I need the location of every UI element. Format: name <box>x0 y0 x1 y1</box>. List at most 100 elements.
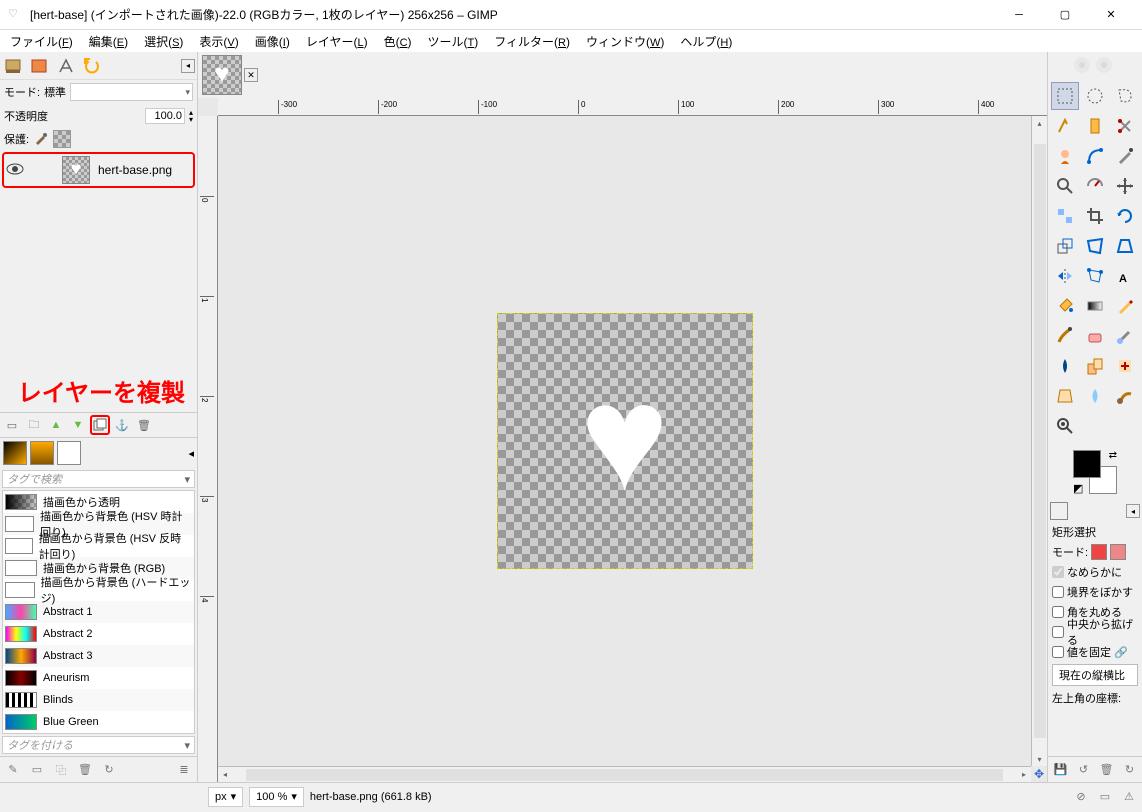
free-select-icon[interactable] <box>1111 82 1139 110</box>
mode-select[interactable] <box>70 83 193 101</box>
cage-icon[interactable] <box>1081 262 1109 290</box>
feather-checkbox[interactable] <box>1052 586 1064 598</box>
layer-row[interactable]: hert-base.png <box>2 152 195 188</box>
menu-item[interactable]: 選択(S) <box>138 31 189 52</box>
gradient-item[interactable]: Blue Green <box>3 711 194 733</box>
restore-tool-preset-icon[interactable]: ↺ <box>1074 760 1093 780</box>
edit-gradient-icon[interactable]: ✎ <box>3 760 23 780</box>
menu-item[interactable]: 表示(V) <box>193 31 244 52</box>
opacity-input[interactable] <box>145 108 185 124</box>
zoom-select[interactable]: 100 %▾ <box>249 787 304 807</box>
dup-gradient-icon[interactable]: ⿻ <box>51 760 71 780</box>
undo-history-icon[interactable] <box>80 54 104 78</box>
clone-icon[interactable] <box>1081 352 1109 380</box>
image-canvas[interactable] <box>497 313 753 569</box>
align-icon[interactable] <box>1051 202 1079 230</box>
blend-icon[interactable] <box>1081 292 1109 320</box>
tool-preset-icon[interactable] <box>1050 502 1068 520</box>
mode-add-icon[interactable] <box>1110 544 1126 560</box>
paths-icon[interactable] <box>1081 142 1109 170</box>
bucket-fill-icon[interactable] <box>1051 292 1079 320</box>
refresh-gradient-icon[interactable]: ↻ <box>99 760 119 780</box>
duplicate-layer-icon[interactable] <box>90 415 110 435</box>
dock-tab-brushes-icon[interactable] <box>2 54 26 78</box>
foreground-select-icon[interactable] <box>1051 142 1079 170</box>
unit-select[interactable]: px▾ <box>208 787 243 807</box>
color-select-icon[interactable] <box>1081 112 1109 140</box>
menu-item[interactable]: ヘルプ(H) <box>674 31 738 52</box>
layer-group-icon[interactable]: 🗀 <box>24 415 44 435</box>
minimize-button[interactable]: ─ <box>996 0 1042 30</box>
menu-item[interactable]: ウィンドウ(W) <box>580 31 670 52</box>
color-swatches[interactable]: ◩ ⇄ <box>1073 450 1117 494</box>
soft-proof-icon[interactable]: ▭ <box>1096 788 1114 806</box>
move-icon[interactable] <box>1111 172 1139 200</box>
eraser-icon[interactable] <box>1081 322 1109 350</box>
cancel-icon[interactable]: ⊘ <box>1072 788 1090 806</box>
color-picker-icon[interactable] <box>1111 142 1139 170</box>
image-tab[interactable] <box>202 55 242 95</box>
gradient-search[interactable]: タグで検索 <box>2 470 195 488</box>
gradient-item[interactable]: 描画色から背景色 (ハードエッジ) <box>3 579 194 601</box>
fuzzy-select-icon[interactable] <box>1051 112 1079 140</box>
gradient-item[interactable]: 描画色から背景色 (HSV 反時計回り) <box>3 535 194 557</box>
menu-item[interactable]: ファイル(F) <box>4 31 79 52</box>
protect-alpha-icon[interactable] <box>53 130 71 148</box>
anchor-layer-icon[interactable]: ⚓ <box>112 415 132 435</box>
visibility-eye-icon[interactable] <box>6 162 24 179</box>
heal-icon[interactable] <box>1111 352 1139 380</box>
canvas[interactable] <box>218 116 1031 766</box>
grad-view-icon[interactable]: ≣ <box>174 760 194 780</box>
blur-icon[interactable] <box>1081 382 1109 410</box>
pencil-icon[interactable] <box>1111 292 1139 320</box>
scissors-icon[interactable] <box>1111 112 1139 140</box>
tool-options-menu-icon[interactable]: ◂ <box>1126 504 1140 518</box>
rounded-checkbox[interactable] <box>1052 606 1064 618</box>
gradient-tag-input[interactable]: タグを付ける <box>2 736 195 754</box>
smudge-icon[interactable] <box>1111 382 1139 410</box>
mode-replace-icon[interactable] <box>1091 544 1107 560</box>
menu-item[interactable]: レイヤー(L) <box>300 31 374 52</box>
ellipse-select-icon[interactable] <box>1081 82 1109 110</box>
palette-tab-icon[interactable] <box>57 441 81 465</box>
vertical-scrollbar[interactable]: ▴▾ <box>1031 116 1047 766</box>
save-tool-preset-icon[interactable]: 💾 <box>1051 760 1070 780</box>
layer-down-icon[interactable]: ▼ <box>68 415 88 435</box>
reset-tool-preset-icon[interactable]: ↻ <box>1120 760 1139 780</box>
menu-item[interactable]: 編集(E) <box>83 31 134 52</box>
shear-icon[interactable] <box>1081 232 1109 260</box>
perspective-icon[interactable] <box>1111 232 1139 260</box>
warning-icon[interactable]: ⚠ <box>1120 788 1138 806</box>
scale-icon[interactable] <box>1051 232 1079 260</box>
menu-item[interactable]: フィルター(R) <box>488 31 576 52</box>
crop-icon[interactable] <box>1081 202 1109 230</box>
airbrush-icon[interactable] <box>1111 322 1139 350</box>
new-gradient-icon[interactable]: ▭ <box>27 760 47 780</box>
fg-color-swatch[interactable] <box>1073 450 1101 478</box>
fixed-link-icon[interactable]: 🔗 <box>1114 646 1128 659</box>
rect-select-icon[interactable] <box>1051 82 1079 110</box>
perspective-clone-icon[interactable] <box>1051 382 1079 410</box>
gradient-item[interactable]: Abstract 3 <box>3 645 194 667</box>
dock-tab-patterns-icon[interactable] <box>28 54 52 78</box>
dodge-icon[interactable] <box>1051 412 1079 440</box>
menu-item[interactable]: ツール(T) <box>422 31 485 52</box>
rotate-icon[interactable] <box>1111 202 1139 230</box>
menu-item[interactable]: 画像(I) <box>249 31 296 52</box>
tab-close-icon[interactable]: ✕ <box>244 68 258 82</box>
gradient-menu-icon[interactable]: ◂ <box>188 447 194 460</box>
measure-icon[interactable] <box>1081 172 1109 200</box>
zoom-icon[interactable] <box>1051 172 1079 200</box>
close-button[interactable]: ✕ <box>1088 0 1134 30</box>
pattern-tab-icon[interactable] <box>30 441 54 465</box>
dock-menu-icon[interactable]: ◂ <box>181 59 195 73</box>
delete-layer-icon[interactable]: 🗑 <box>134 415 154 435</box>
swap-colors-icon[interactable]: ⇄ <box>1109 450 1117 461</box>
menu-item[interactable]: 色(C) <box>378 31 418 52</box>
flip-icon[interactable] <box>1051 262 1079 290</box>
gradient-item[interactable]: Abstract 2 <box>3 623 194 645</box>
layer-up-icon[interactable]: ▲ <box>46 415 66 435</box>
paintbrush-icon[interactable] <box>1051 322 1079 350</box>
horizontal-scrollbar[interactable]: ◂▸ <box>218 766 1031 782</box>
del-gradient-icon[interactable]: 🗑 <box>75 760 95 780</box>
